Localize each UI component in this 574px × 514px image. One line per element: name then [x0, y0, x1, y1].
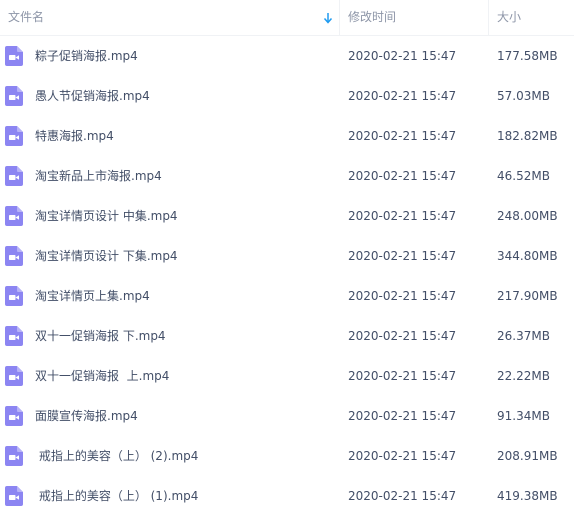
file-row[interactable]: 特惠海报.mp4 2020-02-21 15:47 182.82MB: [0, 116, 574, 156]
file-name[interactable]: 淘宝详情页上集.mp4: [35, 276, 150, 316]
file-size: 22.22MB: [497, 369, 550, 383]
file-row[interactable]: 双十一促销海报 上.mp4 2020-02-21 15:47 22.22MB: [0, 356, 574, 396]
file-modified-time: 2020-02-21 15:47: [348, 329, 457, 343]
file-name[interactable]: 双十一促销海报 上.mp4: [35, 356, 169, 396]
video-file-icon: [5, 166, 23, 186]
file-modified-time: 2020-02-21 15:47: [348, 209, 457, 223]
file-row[interactable]: 双十一促销海报 下.mp4 2020-02-21 15:47 26.37MB: [0, 316, 574, 356]
column-header-time[interactable]: 修改时间: [340, 0, 489, 35]
file-size: 46.52MB: [497, 169, 550, 183]
file-name[interactable]: 愚人节促销海报.mp4: [35, 76, 150, 116]
file-modified-time: 2020-02-21 15:47: [348, 369, 457, 383]
file-modified-time: 2020-02-21 15:47: [348, 89, 457, 103]
file-size: 248.00MB: [497, 209, 558, 223]
file-modified-time: 2020-02-21 15:47: [348, 289, 457, 303]
file-name[interactable]: 粽子促销海报.mp4: [35, 36, 138, 76]
file-row[interactable]: 淘宝详情页设计 下集.mp4 2020-02-21 15:47 344.80MB: [0, 236, 574, 276]
video-file-icon: [5, 46, 23, 66]
video-file-icon: [5, 286, 23, 306]
file-row[interactable]: 淘宝详情页上集.mp4 2020-02-21 15:47 217.90MB: [0, 276, 574, 316]
video-file-icon: [5, 126, 23, 146]
video-file-icon: [5, 326, 23, 346]
file-modified-time: 2020-02-21 15:47: [348, 489, 457, 503]
file-name[interactable]: 淘宝详情页设计 中集.mp4: [35, 196, 178, 236]
column-header-size[interactable]: 大小: [489, 0, 574, 35]
column-header-time-label: 修改时间: [348, 10, 397, 24]
file-row[interactable]: 戒指上的美容（上） (1).mp4 2020-02-21 15:47 419.38M…: [0, 476, 574, 514]
column-header-size-label: 大小: [497, 10, 522, 24]
file-modified-time: 2020-02-21 15:47: [348, 409, 457, 423]
file-name[interactable]: 特惠海报.mp4: [35, 116, 114, 156]
video-file-icon: [5, 206, 23, 226]
file-modified-time: 2020-02-21 15:47: [348, 49, 457, 63]
file-row[interactable]: 淘宝新品上市海报.mp4 2020-02-21 15:47 46.52MB: [0, 156, 574, 196]
file-row[interactable]: 愚人节促销海报.mp4 2020-02-21 15:47 57.03MB: [0, 76, 574, 116]
file-row[interactable]: 淘宝详情页设计 中集.mp4 2020-02-21 15:47 248.00MB: [0, 196, 574, 236]
file-size: 177.58MB: [497, 49, 558, 63]
sort-down-arrow-icon[interactable]: [323, 0, 333, 35]
file-size: 344.80MB: [497, 249, 558, 263]
file-size: 208.91MB: [497, 449, 558, 463]
file-row[interactable]: 粽子促销海报.mp4 2020-02-21 15:47 177.58MB: [0, 36, 574, 76]
column-header-name[interactable]: 文件名: [0, 0, 340, 35]
file-size: 419.38MB: [497, 489, 558, 503]
file-list: 文件名 修改时间 大小 粽子促销海报.mp4 2020-02-21 15:47 17…: [0, 0, 574, 514]
file-name[interactable]: 淘宝新品上市海报.mp4: [35, 156, 162, 196]
file-name[interactable]: 面膜宣传海报.mp4: [35, 396, 138, 436]
column-header-name-label: 文件名: [8, 10, 45, 24]
file-name[interactable]: 戒指上的美容（上） (2).mp4: [35, 436, 199, 476]
file-row[interactable]: 面膜宣传海报.mp4 2020-02-21 15:47 91.34MB: [0, 396, 574, 436]
file-modified-time: 2020-02-21 15:47: [348, 169, 457, 183]
file-row[interactable]: 戒指上的美容（上） (2).mp4 2020-02-21 15:47 208.91M…: [0, 436, 574, 476]
list-header: 文件名 修改时间 大小: [0, 0, 574, 36]
file-name[interactable]: 戒指上的美容（上） (1).mp4: [35, 476, 199, 514]
file-size: 57.03MB: [497, 89, 550, 103]
file-size: 182.82MB: [497, 129, 558, 143]
file-size: 91.34MB: [497, 409, 550, 423]
file-modified-time: 2020-02-21 15:47: [348, 129, 457, 143]
file-size: 26.37MB: [497, 329, 550, 343]
file-modified-time: 2020-02-21 15:47: [348, 449, 457, 463]
file-size: 217.90MB: [497, 289, 558, 303]
video-file-icon: [5, 446, 23, 466]
file-modified-time: 2020-02-21 15:47: [348, 249, 457, 263]
file-name[interactable]: 双十一促销海报 下.mp4: [35, 316, 166, 356]
video-file-icon: [5, 366, 23, 386]
video-file-icon: [5, 86, 23, 106]
video-file-icon: [5, 246, 23, 266]
file-name[interactable]: 淘宝详情页设计 下集.mp4: [35, 236, 178, 276]
video-file-icon: [5, 406, 23, 426]
video-file-icon: [5, 486, 23, 506]
